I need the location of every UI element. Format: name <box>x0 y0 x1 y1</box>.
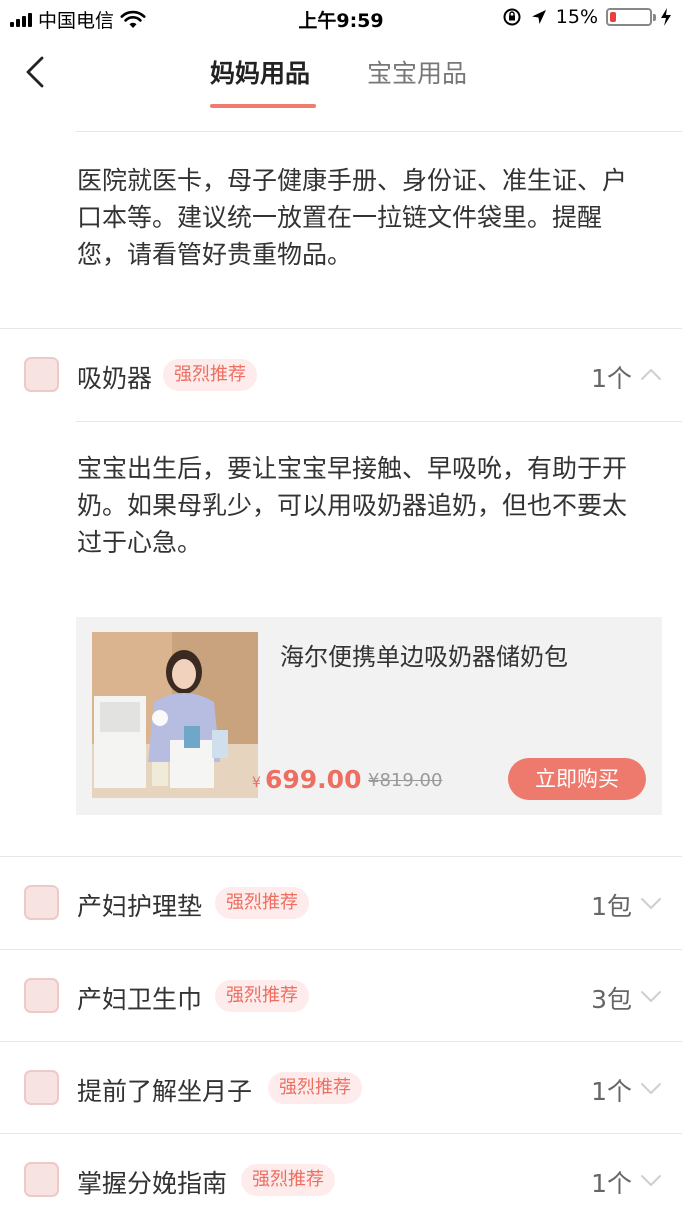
item-checkbox[interactable] <box>24 1162 59 1197</box>
item-quantity: 1个 <box>591 364 632 393</box>
item-quantity: 1个 <box>591 1169 632 1198</box>
original-price: ¥819.00 <box>368 770 443 791</box>
tab-mom-products[interactable]: 妈妈用品 <box>210 54 310 90</box>
currency-symbol: ¥ <box>252 775 261 791</box>
location-icon <box>531 10 546 24</box>
product-price: 699.00 <box>265 765 362 794</box>
rotation-lock-icon <box>503 8 521 26</box>
item-checkbox[interactable] <box>24 1070 59 1105</box>
tab-baby-products[interactable]: 宝宝用品 <box>367 54 467 90</box>
item-quantity: 1个 <box>591 1077 632 1106</box>
list-item[interactable]: 提前了解坐月子 强烈推荐 1个 <box>0 1042 682 1134</box>
chevron-up-icon[interactable] <box>640 367 662 381</box>
top-nav: 妈妈用品 宝宝用品 <box>0 36 682 116</box>
list-item[interactable]: 产妇护理垫 强烈推荐 1包 <box>0 857 682 949</box>
item-description: 医院就医卡，母子健康手册、身份证、准生证、户 口本等。建议统一放置在一拉链文件袋… <box>77 166 628 269</box>
chevron-down-icon[interactable] <box>640 897 662 911</box>
item-name: 产妇卫生巾 <box>77 985 203 1014</box>
active-tab-indicator <box>210 104 316 108</box>
status-bar: 中国电信 上午9:59 15% <box>0 0 682 36</box>
item-quantity: 1包 <box>591 892 632 921</box>
battery-percent: 15% <box>555 6 598 28</box>
list-item[interactable]: 产妇卫生巾 强烈推荐 3包 <box>0 950 682 1042</box>
product-title[interactable]: 海尔便携单边吸奶器储奶包 <box>280 637 568 672</box>
divider <box>76 421 682 422</box>
item-description: 宝宝出生后，要让宝宝早接触、早吸吮，有助于开 奶。如果母乳少，可以用吸奶器追奶，… <box>77 454 628 557</box>
charging-icon <box>661 8 671 26</box>
list-item[interactable]: 吸奶器 强烈推荐 1个 <box>0 329 682 421</box>
item-quantity: 3包 <box>591 985 632 1014</box>
recommend-badge: 强烈推荐 <box>268 1072 362 1104</box>
item-checkbox[interactable] <box>24 885 59 920</box>
divider <box>76 131 682 132</box>
chevron-down-icon[interactable] <box>640 1082 662 1096</box>
product-card[interactable]: 海尔便携单边吸奶器储奶包 ¥ 699.00 ¥819.00 立即购买 <box>76 617 662 815</box>
item-name: 提前了解坐月子 <box>77 1077 253 1106</box>
list-item[interactable]: 掌握分娩指南 强烈推荐 1个 <box>0 1134 682 1213</box>
recommend-badge: 强烈推荐 <box>163 359 257 391</box>
chevron-down-icon[interactable] <box>640 1174 662 1188</box>
recommend-badge: 强烈推荐 <box>215 887 309 919</box>
item-checkbox[interactable] <box>24 978 59 1013</box>
product-image[interactable] <box>92 632 258 798</box>
recommend-badge: 强烈推荐 <box>241 1164 335 1196</box>
recommend-badge: 强烈推荐 <box>215 980 309 1012</box>
buy-now-button[interactable]: 立即购买 <box>508 758 646 800</box>
item-name: 产妇护理垫 <box>77 892 203 921</box>
item-checkbox[interactable] <box>24 357 59 392</box>
item-name: 吸奶器 <box>77 364 153 393</box>
battery-icon <box>606 8 656 26</box>
chevron-left-icon[interactable] <box>22 54 52 90</box>
chevron-down-icon[interactable] <box>640 990 662 1004</box>
item-name: 掌握分娩指南 <box>77 1169 228 1198</box>
